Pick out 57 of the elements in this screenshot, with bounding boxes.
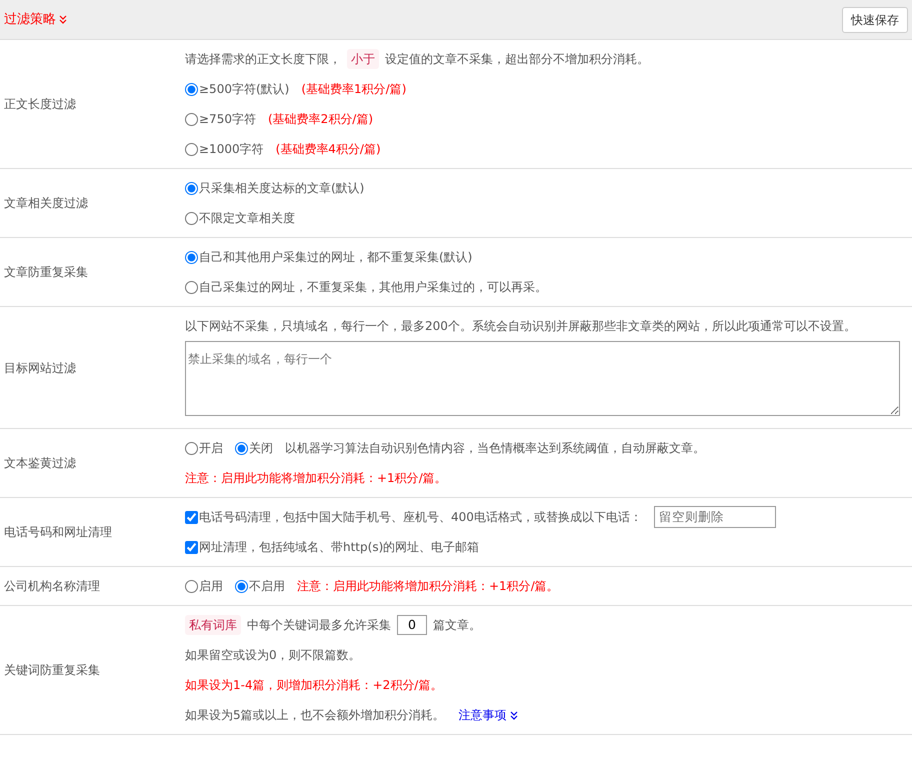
double-chevron-icon bbox=[59, 15, 67, 24]
option-label[interactable]: 网址清理，包括纯域名、带http(s)的网址、电子邮箱 bbox=[199, 532, 480, 562]
checkbox[interactable] bbox=[185, 510, 198, 524]
option-label[interactable]: ≥500字符(默认) bbox=[199, 74, 290, 104]
radio-button[interactable] bbox=[185, 82, 198, 96]
radio-button[interactable] bbox=[185, 580, 198, 592]
description-text: 设定值的文章不采集，超出部分不增加积分消耗。 bbox=[385, 51, 649, 68]
field-label: 公司机构名称清理 bbox=[3, 578, 101, 595]
option-label[interactable]: 只采集相关度达标的文章(默认) bbox=[199, 173, 364, 203]
option-label[interactable]: 启用 bbox=[199, 571, 223, 601]
code-tag: 小于 bbox=[347, 49, 379, 69]
description-text: 中每个关键词最多允许采集 bbox=[247, 617, 391, 634]
warning-text: 注意：启用此功能将增加积分消耗：+1积分/篇。 bbox=[185, 470, 447, 487]
code-tag: 私有词库 bbox=[185, 615, 241, 635]
field-label: 目标网站过滤 bbox=[3, 360, 77, 376]
description-text: 以机器学习算法自动识别色情内容，当色情概率达到系统阈值，自动屏蔽文章。 bbox=[285, 440, 705, 457]
warning-text: (基础费率4积分/篇) bbox=[276, 141, 381, 158]
phone-input[interactable]: 留空则删除 bbox=[654, 506, 776, 528]
radio-button[interactable] bbox=[235, 580, 248, 592]
radio-button[interactable] bbox=[185, 142, 198, 156]
domain-textarea[interactable]: 禁止采集的域名，每行一个 bbox=[185, 341, 900, 416]
option-label[interactable]: 不启用 bbox=[249, 571, 285, 601]
radio-button[interactable] bbox=[185, 280, 198, 294]
description-text: 篇文章。 bbox=[433, 617, 481, 634]
warning-text: 如果设为1-4篇，则增加积分消耗：+2积分/篇。 bbox=[185, 677, 442, 694]
radio-button[interactable] bbox=[185, 212, 198, 224]
option-label[interactable]: 开启 bbox=[199, 433, 223, 463]
option-label[interactable]: 不限定文章相关度 bbox=[199, 203, 295, 233]
field-label: 正文长度过滤 bbox=[3, 96, 77, 113]
description-text: 如果设为5篇或以上，也不会额外增加积分消耗。 bbox=[185, 707, 445, 724]
option-label[interactable]: ≥1000字符 bbox=[199, 134, 264, 164]
description-text: 请选择需求的正文长度下限， bbox=[185, 51, 341, 68]
field-label: 文章相关度过滤 bbox=[3, 195, 89, 212]
field-label: 文本鉴黄过滤 bbox=[3, 455, 77, 472]
count-input[interactable]: 0 bbox=[397, 615, 427, 635]
option-label[interactable]: 关闭 bbox=[249, 433, 273, 463]
option-label[interactable]: ≥750字符 bbox=[199, 104, 256, 134]
option-label[interactable]: 自己和其他用户采集过的网址，都不重复采集(默认) bbox=[199, 242, 472, 272]
checkbox[interactable] bbox=[185, 540, 198, 554]
description-text: 以下网站不采集，只填域名，每行一个，最多200个。系统会自动识别并屏蔽那些非文章类的网站，所以此项通常可以不设置。 bbox=[185, 318, 856, 335]
notes-link[interactable]: 注意事项 bbox=[458, 700, 518, 730]
radio-button[interactable] bbox=[185, 112, 198, 126]
radio-button[interactable] bbox=[185, 182, 198, 194]
radio-button[interactable] bbox=[235, 442, 248, 454]
radio-button[interactable] bbox=[185, 442, 198, 454]
option-label[interactable]: 电话号码清理，包括中国大陆手机号、座机号、400电话格式，或替换成以下电话： bbox=[199, 502, 642, 532]
radio-button[interactable] bbox=[185, 250, 198, 264]
field-label: 电话号码和网址清理 bbox=[3, 524, 113, 541]
option-label[interactable]: 自己采集过的网址，不重复采集，其他用户采集过的，可以再采。 bbox=[199, 272, 547, 302]
field-label: 文章防重复采集 bbox=[3, 264, 89, 281]
double-chevron-icon bbox=[510, 710, 518, 720]
field-label: 关键词防重复采集 bbox=[3, 662, 101, 679]
description-text: 如果留空或设为0，则不限篇数。 bbox=[185, 647, 361, 664]
warning-text: 注意：启用此功能将增加积分消耗：+1积分/篇。 bbox=[297, 578, 559, 595]
warning-text: (基础费率1积分/篇) bbox=[301, 81, 406, 98]
warning-text: (基础费率2积分/篇) bbox=[268, 111, 374, 128]
save-button[interactable]: 快速保存 bbox=[842, 6, 908, 32]
